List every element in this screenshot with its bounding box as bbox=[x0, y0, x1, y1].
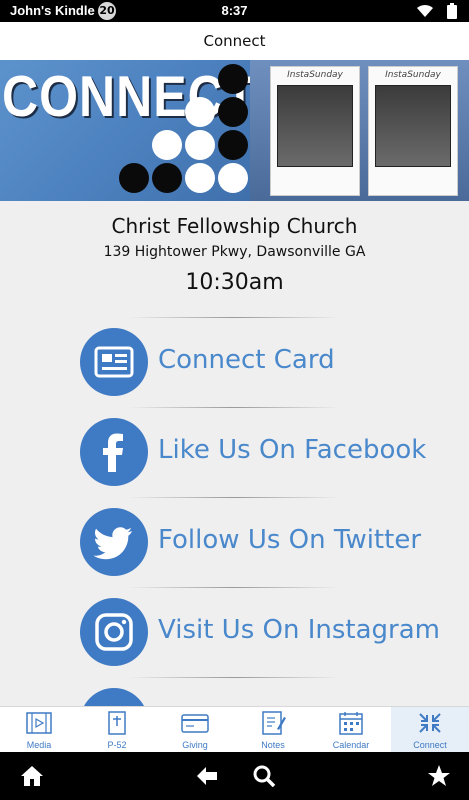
instagram-link[interactable]: Visit Us On Instagram bbox=[78, 598, 458, 668]
connect-card-link[interactable]: Connect Card bbox=[78, 328, 458, 398]
frame-brand: InstaSunday bbox=[287, 70, 343, 80]
facebook-icon bbox=[103, 433, 123, 472]
status-bar: John's Kindle 20 8:37 bbox=[0, 0, 469, 22]
photo-caption bbox=[277, 170, 353, 184]
tab-label: Notes bbox=[261, 740, 285, 750]
link-label: Like Us On Facebook bbox=[158, 435, 427, 465]
back-icon[interactable] bbox=[195, 764, 219, 792]
tab-media[interactable]: Media bbox=[0, 707, 78, 753]
home-icon[interactable] bbox=[20, 764, 44, 792]
link-label: Follow Us On Twitter bbox=[158, 525, 422, 555]
photo-frame: InstaSunday bbox=[368, 66, 458, 196]
film-icon bbox=[26, 712, 52, 734]
photo-image bbox=[277, 85, 353, 167]
more-link[interactable] bbox=[78, 688, 458, 706]
circle-badge bbox=[80, 328, 148, 396]
connect-banner: CONNECT InstaSunday InstaSunday bbox=[0, 60, 469, 201]
dot-decoration bbox=[218, 64, 248, 94]
link-label: Connect Card bbox=[158, 345, 335, 375]
system-nav-bar bbox=[0, 752, 469, 800]
tab-label: Media bbox=[26, 740, 52, 750]
wifi-icon bbox=[416, 3, 434, 22]
church-name: Christ Fellowship Church bbox=[111, 214, 358, 238]
battery-icon bbox=[446, 3, 458, 23]
dot-decoration bbox=[152, 163, 182, 193]
dot-decoration bbox=[152, 130, 182, 160]
notes-icon bbox=[262, 711, 286, 735]
circle-badge bbox=[80, 598, 148, 666]
circle-badge bbox=[80, 688, 148, 706]
bible-icon bbox=[108, 711, 126, 735]
church-info: Christ Fellowship Church 139 Hightower P… bbox=[0, 214, 469, 295]
dot-decoration bbox=[218, 130, 248, 160]
divider bbox=[128, 317, 340, 318]
status-time: 8:37 bbox=[221, 3, 248, 18]
credit-card-icon bbox=[181, 714, 209, 733]
twitter-icon bbox=[94, 527, 132, 560]
title-bar: Connect bbox=[0, 22, 469, 61]
banner-graphic: CONNECT bbox=[0, 60, 255, 201]
dot-decoration bbox=[218, 163, 248, 193]
dot-decoration bbox=[218, 97, 248, 127]
banner-photo: InstaSunday InstaSunday bbox=[250, 60, 469, 201]
instagram-icon bbox=[95, 613, 133, 651]
tab-label: Calendar bbox=[332, 740, 370, 750]
divider bbox=[128, 497, 340, 498]
divider bbox=[128, 677, 340, 678]
link-label: Visit Us On Instagram bbox=[158, 615, 440, 645]
divider bbox=[128, 407, 340, 408]
circle-badge bbox=[80, 508, 148, 576]
page-title: Connect bbox=[203, 32, 266, 50]
tab-giving[interactable]: Giving bbox=[156, 707, 234, 753]
facebook-link[interactable]: Like Us On Facebook bbox=[78, 418, 458, 488]
tab-label: Connect bbox=[413, 740, 447, 750]
calendar-icon bbox=[339, 712, 363, 735]
tab-notes[interactable]: Notes bbox=[234, 707, 312, 753]
connect-icon bbox=[419, 713, 441, 733]
dot-decoration bbox=[185, 130, 215, 160]
tab-calendar[interactable]: Calendar bbox=[312, 707, 390, 753]
dot-decoration bbox=[119, 163, 149, 193]
service-time: 10:30am bbox=[185, 270, 284, 295]
tab-p52[interactable]: P-52 bbox=[78, 707, 156, 753]
circle-badge bbox=[80, 418, 148, 486]
photo-image bbox=[375, 85, 451, 167]
photo-caption bbox=[375, 170, 451, 184]
card-icon bbox=[94, 346, 134, 378]
twitter-link[interactable]: Follow Us On Twitter bbox=[78, 508, 458, 578]
dot-decoration bbox=[185, 97, 215, 127]
tab-connect[interactable]: Connect bbox=[391, 707, 469, 753]
search-icon[interactable] bbox=[252, 764, 276, 792]
church-address[interactable]: 139 Hightower Pkwy, Dawsonville GA bbox=[0, 244, 469, 260]
tab-bar: Media P-52 Giving Notes Calendar Connect bbox=[0, 706, 469, 753]
frame-brand: InstaSunday bbox=[385, 70, 441, 80]
divider bbox=[128, 587, 340, 588]
photo-frame: InstaSunday bbox=[270, 66, 360, 196]
tab-label: Giving bbox=[182, 740, 208, 750]
favorites-icon[interactable] bbox=[427, 764, 451, 792]
dot-decoration bbox=[185, 163, 215, 193]
tab-label: P-52 bbox=[107, 740, 127, 750]
